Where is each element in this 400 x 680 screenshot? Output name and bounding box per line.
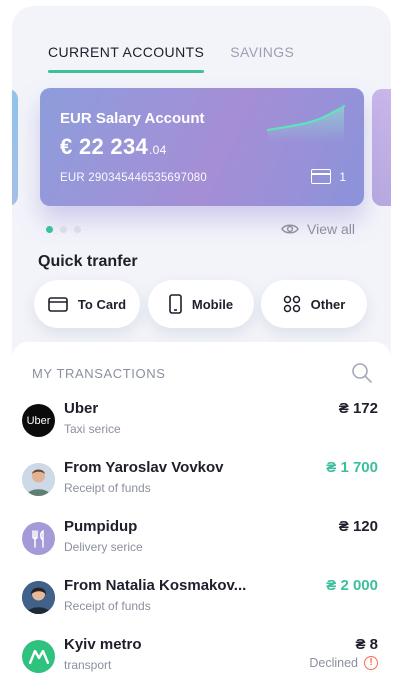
transaction-subtitle: Receipt of funds [64, 481, 151, 495]
mobile-button[interactable]: Mobile [148, 280, 254, 328]
transaction-subtitle: Receipt of funds [64, 599, 151, 613]
fork-knife-icon [22, 522, 55, 555]
previous-card[interactable] [12, 89, 18, 206]
linked-cards[interactable]: 1 [311, 169, 346, 184]
phone-icon [169, 294, 182, 314]
transaction-row[interactable]: Pumpidup Delivery serice ₴ 120 [22, 518, 378, 562]
credit-card-icon [311, 169, 332, 184]
to-card-button[interactable]: To Card [34, 280, 140, 328]
transaction-name: From Natalia Kosmakov... [64, 577, 247, 594]
person-avatar-icon [22, 463, 55, 496]
carousel-dot[interactable] [60, 226, 67, 233]
transaction-status: Declined ! [309, 656, 378, 670]
balance-trend-icon [266, 104, 346, 142]
view-all-label: View all [307, 221, 355, 237]
transaction-name: Kyiv metro [64, 636, 142, 653]
view-all-link[interactable]: View all [281, 221, 355, 237]
transaction-amount: ₴ 1 700 [326, 459, 378, 476]
transaction-row[interactable]: Kyiv metro transport ₴ 8 Declined ! [22, 636, 378, 680]
next-card[interactable] [372, 89, 391, 206]
transaction-subtitle: Delivery serice [64, 540, 143, 554]
mobile-label: Mobile [191, 296, 234, 312]
uber-logo-text: Uber [26, 414, 51, 427]
account-card[interactable]: EUR Salary Account € 22 234.04 EUR 29034… [40, 88, 364, 206]
carousel-indicator [46, 226, 81, 233]
quick-transfer-title: Quick tranfer [38, 253, 138, 270]
balance-cents: .04 [149, 143, 167, 157]
metro-m-glyph [28, 649, 49, 664]
card-icon [48, 296, 68, 312]
user-photo [22, 581, 55, 614]
app-screen: CURRENT ACCOUNTS SAVINGS EUR Salary Acco… [12, 6, 391, 680]
metro-logo [22, 640, 55, 673]
uber-logo: Uber [22, 404, 55, 437]
transaction-amount: ₴ 172 [338, 400, 378, 417]
account-tabs: CURRENT ACCOUNTS SAVINGS [48, 44, 294, 73]
transaction-name: Uber [64, 400, 99, 417]
search-icon[interactable] [351, 362, 373, 384]
linked-cards-count: 1 [339, 169, 346, 184]
user-photo [22, 463, 55, 496]
transaction-name: Pumpidup [64, 518, 138, 535]
status-label: Declined [309, 656, 358, 670]
account-balance: € 22 234.04 [60, 134, 167, 160]
transaction-subtitle: Taxi serice [64, 422, 121, 436]
tab-savings[interactable]: SAVINGS [230, 44, 294, 70]
balance-main: € 22 234 [60, 134, 149, 159]
transaction-subtitle: transport [64, 658, 112, 672]
transaction-amount: ₴ 120 [338, 518, 378, 535]
transaction-amount: ₴ 2 000 [326, 577, 378, 594]
transaction-row[interactable]: From Natalia Kosmakov... Receipt of fund… [22, 577, 378, 621]
to-card-label: To Card [77, 296, 127, 312]
eye-icon [281, 224, 299, 234]
warning-icon: ! [364, 656, 378, 670]
other-button[interactable]: Other [261, 280, 367, 328]
account-name: EUR Salary Account [60, 110, 205, 127]
transaction-row[interactable]: Uber Uber Taxi serice ₴ 172 [22, 400, 378, 444]
tab-current-accounts[interactable]: CURRENT ACCOUNTS [48, 44, 205, 73]
carousel-dot[interactable] [46, 226, 53, 233]
fork-knife-glyph [31, 529, 44, 548]
other-label: Other [310, 296, 346, 312]
transaction-row[interactable]: From Yaroslav Vovkov Receipt of funds ₴ … [22, 459, 378, 503]
grid-icon [283, 295, 300, 313]
account-iban: EUR 290345446535697080 [60, 172, 207, 184]
transaction-amount: ₴ 8 [355, 636, 378, 653]
carousel-dot[interactable] [74, 226, 81, 233]
person-avatar-icon [22, 581, 55, 614]
transactions-title: MY TRANSACTIONS [32, 366, 166, 381]
transactions-panel: MY TRANSACTIONS Uber Uber Taxi serice ₴ … [12, 342, 391, 680]
transaction-name: From Yaroslav Vovkov [64, 459, 224, 476]
